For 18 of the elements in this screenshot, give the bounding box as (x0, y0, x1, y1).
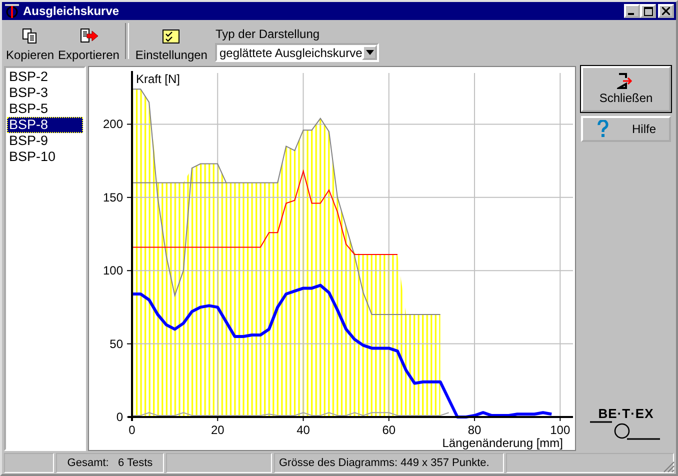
y-tick-label: 100 (102, 264, 123, 278)
status-panel: Grösse des Diagramms: 449 x 357 Punkte. (274, 453, 504, 473)
y-tick-label: 0 (116, 410, 123, 424)
y-tick-label: 150 (102, 190, 123, 204)
x-tick-label: 20 (210, 423, 224, 437)
y-tick-label: 200 (102, 117, 123, 132)
x-tick-label: 100 (550, 423, 570, 437)
x-axis-title: Längenänderung [mm] (442, 436, 563, 450)
x-tick-label: 0 (128, 423, 136, 437)
x-tick-label: 80 (468, 423, 482, 437)
y-tick-label: 50 (110, 336, 123, 351)
x-tick-label: 40 (296, 423, 310, 437)
dropdown-label: Typ der Darstellung (215, 27, 321, 41)
window-title: Ausgleichskurve (23, 4, 120, 18)
y-axis-title: Kraft [N] (136, 72, 180, 86)
status-panel: Gesamt: 6 Tests (56, 453, 164, 473)
logo-text: BE·T·EX (598, 406, 654, 421)
x-tick-label: 60 (382, 423, 396, 437)
